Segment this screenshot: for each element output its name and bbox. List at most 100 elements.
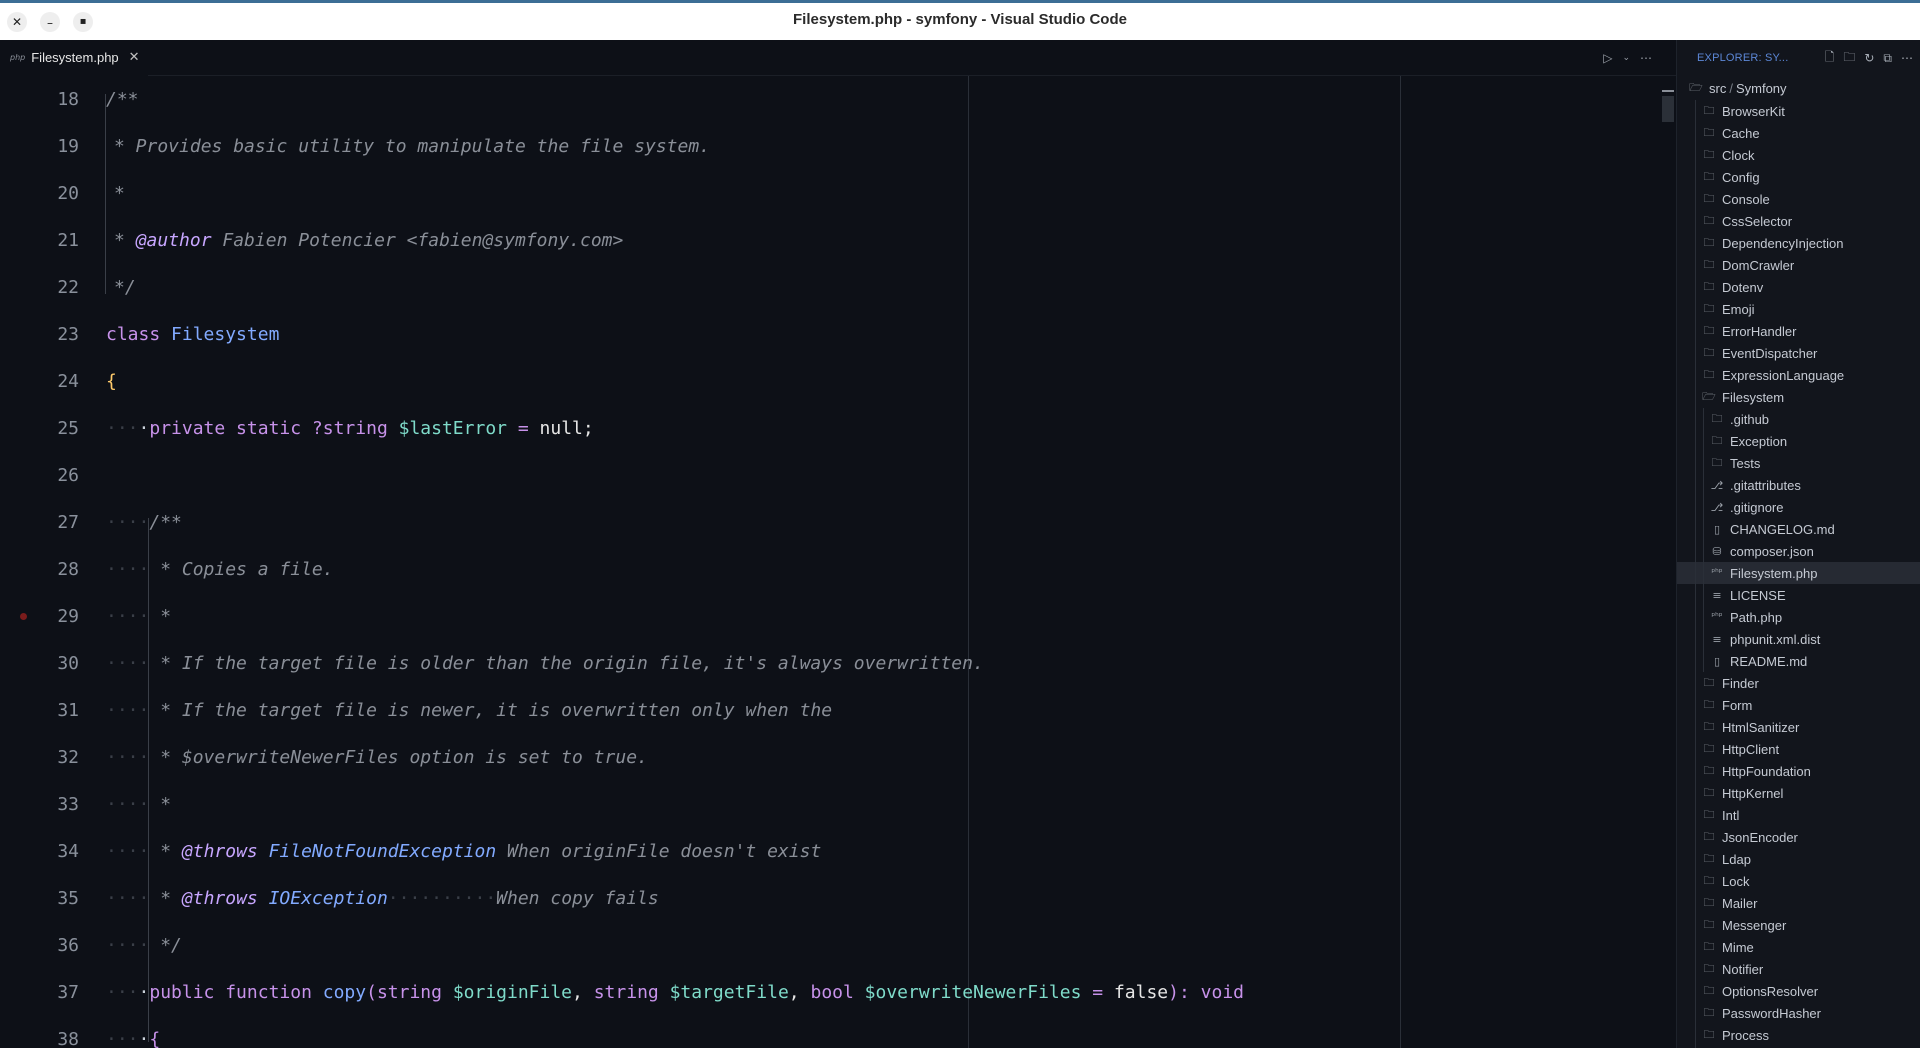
tree-folder-item[interactable]: 🗀 Intl [1677,804,1920,826]
tree-item-label: ExpressionLanguage [1722,367,1845,383]
tree-folder-item[interactable]: 🗀 HttpFoundation [1677,760,1920,782]
folder-icon: 🗀 [1703,917,1715,931]
tree-folder-item[interactable]: 🗁 Filesystem [1677,386,1920,408]
tree-folder-item[interactable]: 🗀 HttpClient [1677,738,1920,760]
breadcrumb-item[interactable]: Symfony [1736,81,1787,96]
tree-item-label: Config [1722,169,1760,185]
tree-folder-item[interactable]: 🗀 DependencyInjection [1677,232,1920,254]
folder-icon: 🗀 [1703,213,1715,227]
code-line: 32 ···· * $overwriteNewerFiles option is… [0,734,1660,781]
tree-folder-item[interactable]: 🗀 Dotenv [1677,276,1920,298]
tree-folder-item[interactable]: 🗀 Console [1677,188,1920,210]
breakpoint-marker[interactable] [20,613,27,620]
tree-folder-item[interactable]: 🗀 Process [1677,1024,1920,1046]
chevron-down-icon[interactable]: ⌄ [1622,53,1630,63]
editor-actions: ▷ ⌄ ⋯ [1603,40,1652,76]
line-number: 33 [57,794,79,815]
tree-folder-item[interactable]: 🗀 DomCrawler [1677,254,1920,276]
code-line: 37 ····public function copy(string $orig… [0,969,1660,1016]
tree-item-label: PasswordHasher [1722,1005,1821,1021]
tree-folder-item[interactable]: 🗀 HttpKernel [1677,782,1920,804]
tree-folder-item[interactable]: 🗀 Exception [1677,430,1920,452]
folder-icon: 🗀 [1703,345,1715,359]
tree-item-label: EventDispatcher [1722,345,1818,361]
refresh-icon[interactable]: ↻ [1864,51,1874,65]
more-actions-icon[interactable]: ⋯ [1640,51,1652,65]
code-text: /** [106,89,139,110]
tree-folder-item[interactable]: 🗀 Config [1677,166,1920,188]
tree-file-item[interactable]: ≡ phpunit.xml.dist [1677,628,1920,650]
close-tab-icon[interactable]: ✕ [129,50,140,65]
title-bar: ✕ – ▪ Filesystem.php - symfony - Visual … [0,0,1920,40]
code-text: ····public function copy(string $originF… [106,982,1244,1003]
tree-folder-item[interactable]: 🗀 Tests [1677,452,1920,474]
php-file-icon: php [10,53,26,62]
tree-folder-item[interactable]: 🗀 Messenger [1677,914,1920,936]
tree-item-label: Tests [1730,455,1761,471]
new-folder-icon[interactable]: 🗀 [1843,48,1855,69]
tree-folder-item[interactable]: 🗀 Form [1677,694,1920,716]
tree-file-item[interactable]: ▯ README.md [1677,650,1920,672]
breadcrumb[interactable]: 🗁 src / Symfony [1677,76,1920,100]
tree-item-label: Filesystem.php [1730,565,1818,581]
tree-folder-item[interactable]: 🗀 OptionsResolver [1677,980,1920,1002]
tree-folder-item[interactable]: 🗀 .github [1677,408,1920,430]
text-file-icon: ≡ [1712,588,1722,602]
new-file-icon[interactable]: 🗋 [1825,48,1835,69]
tree-folder-item[interactable]: 🗀 JsonEncoder [1677,826,1920,848]
tree-folder-item[interactable]: 🗀 Emoji [1677,298,1920,320]
tree-file-item[interactable]: ≡ LICENSE [1677,584,1920,606]
tree-file-item[interactable]: ⛁ composer.json [1677,540,1920,562]
folder-icon: 🗀 [1703,257,1715,271]
line-number: 36 [57,935,79,956]
tab-filesystem-php[interactable]: php Filesystem.php ✕ [0,40,148,76]
tree-folder-item[interactable]: 🗀 CssSelector [1677,210,1920,232]
tree-folder-item[interactable]: 🗀 Mailer [1677,892,1920,914]
tree-item-label: .gitattributes [1730,477,1801,493]
folder-icon: 🗀 [1703,1027,1715,1041]
tree-folder-item[interactable]: 🗀 Notifier [1677,958,1920,980]
editor-scrollbar[interactable] [1660,76,1676,1048]
tree-file-item[interactable]: ᵖʰᵖ Path.php [1677,606,1920,628]
tree-folder-item[interactable]: 🗀 BrowserKit [1677,100,1920,122]
tree-item-label: Path.php [1730,609,1783,625]
tree-item-label: HttpClient [1722,741,1780,757]
scrollbar-thumb[interactable] [1662,96,1674,122]
line-number: 25 [57,418,79,439]
tree-folder-item[interactable]: 🗀 Lock [1677,870,1920,892]
folder-icon: 🗀 [1703,675,1715,689]
folder-icon: 🗀 [1703,697,1715,711]
folder-icon: 🗀 [1703,983,1715,997]
tree-folder-item[interactable]: 🗀 HtmlSanitizer [1677,716,1920,738]
tree-folder-item[interactable]: 🗀 PasswordHasher [1677,1002,1920,1024]
run-icon[interactable]: ▷ [1603,51,1612,65]
window-title: Filesystem.php - symfony - Visual Studio… [793,11,1127,28]
tree-folder-item[interactable]: 🗀 Mime [1677,936,1920,958]
tree-folder-item[interactable]: 🗀 Cache [1677,122,1920,144]
tree-item-label: Messenger [1722,917,1787,933]
folder-icon: 🗀 [1703,301,1715,315]
tree-file-item[interactable]: ⎇ .gitattributes [1677,474,1920,496]
more-actions-icon[interactable]: ⋯ [1901,51,1913,65]
tree-item-label: LICENSE [1730,587,1786,603]
folder-icon: 🗀 [1703,103,1715,117]
tree-folder-item[interactable]: 🗀 Finder [1677,672,1920,694]
folder-icon: 🗀 [1703,961,1715,975]
tree-folder-item[interactable]: 🗀 Clock [1677,144,1920,166]
tree-folder-item[interactable]: 🗀 Ldap [1677,848,1920,870]
code-line: 23 class Filesystem [0,311,1660,358]
collapse-all-icon[interactable]: ⧉ [1883,51,1892,66]
line-number: 28 [57,559,79,580]
tree-file-item[interactable]: ▯ CHANGELOG.md [1677,518,1920,540]
breadcrumb-item[interactable]: src [1709,81,1726,96]
tree-item-label: Emoji [1722,301,1755,317]
code-editor[interactable]: 18 /** 19 * Provides basic utility to ma… [0,76,1660,1048]
folder-icon: 🗀 [1703,851,1715,865]
tree-folder-item[interactable]: 🗀 EventDispatcher [1677,342,1920,364]
tree-item-label: OptionsResolver [1722,983,1819,999]
tree-folder-item[interactable]: 🗀 ErrorHandler [1677,320,1920,342]
tree-folder-item[interactable]: 🗀 ExpressionLanguage [1677,364,1920,386]
tree-file-item[interactable]: ⎇ .gitignore [1677,496,1920,518]
tree-file-item[interactable]: ᵖʰᵖ Filesystem.php [1677,562,1920,584]
tree-item-label: CHANGELOG.md [1730,521,1835,537]
